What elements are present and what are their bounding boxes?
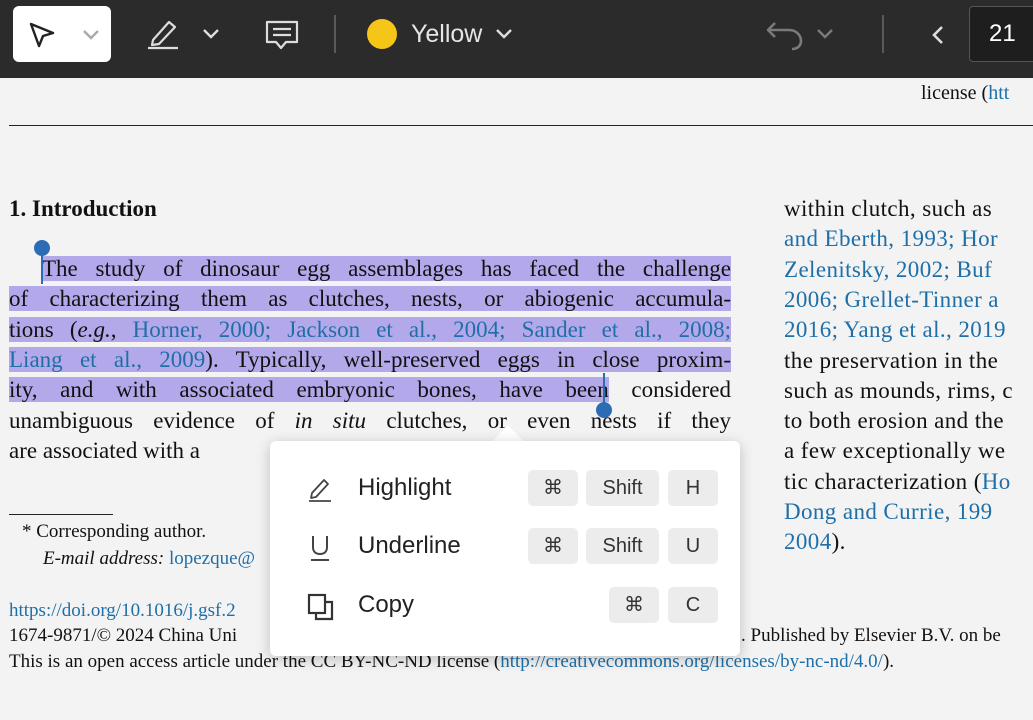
chevron-down-icon[interactable] — [494, 27, 514, 41]
chevron-left-icon[interactable] — [930, 24, 946, 46]
text-segment: are associated with a — [9, 437, 200, 463]
footnote-email-label: E-mail address: — [43, 548, 165, 569]
select-tool-button[interactable] — [13, 6, 111, 62]
text-segment: of characterizing them as clutches, nest… — [9, 286, 731, 312]
citation-link[interactable]: 2016; Yang et al., 2019 — [784, 317, 1006, 342]
text-line: 2006; Grellet-Tinner a — [784, 287, 999, 313]
citation-link[interactable]: Liang et al., 2009 — [9, 346, 206, 372]
doi-link[interactable]: https://doi.org/10.1016/j.gsf.2 — [9, 600, 236, 622]
citation-link[interactable]: Dong and Currie, 199 — [784, 499, 993, 524]
toolbar-divider — [882, 15, 884, 53]
toolbar-divider — [334, 15, 336, 53]
text-line: ity, and with associated embryonic bones… — [9, 377, 731, 403]
shortcut-key: C — [668, 587, 718, 623]
text-line: are associated with a — [9, 438, 200, 464]
text-segment: in situ — [294, 407, 367, 433]
footnote-author: * Corresponding author. — [22, 521, 207, 542]
text-line: Zelenitsky, 2002; Buf — [784, 257, 992, 283]
text-segment: within clutch, such as — [784, 196, 993, 221]
cursor-icon — [29, 22, 55, 48]
text-line: Dong and Currie, 199 — [784, 499, 993, 525]
text-line: 2004). — [784, 529, 846, 555]
citation-link[interactable]: Horner, 2000; Jackson et al., 2004; Sand… — [132, 316, 732, 342]
underline-icon — [311, 536, 329, 561]
citation-link[interactable]: Ho — [982, 469, 1011, 494]
copy-icon — [307, 593, 334, 621]
color-dot-icon[interactable] — [367, 19, 397, 49]
selection-end-handle[interactable] — [596, 402, 612, 418]
shortcut-key: Shift — [586, 528, 659, 564]
copyright-left: 1674-9871/© 2024 China Uni — [9, 625, 238, 646]
license-suffix: ). — [882, 651, 895, 672]
menu-item-label: Copy — [358, 591, 415, 618]
menu-item-label: Highlight — [358, 474, 452, 501]
text-segment: ). — [831, 529, 846, 555]
popup-arrow — [492, 425, 524, 442]
text-line: Liang et al., 2009). Typically, well-pre… — [9, 346, 731, 373]
footnote-email: E-mail address: lopezque@ — [43, 548, 255, 570]
menu-item-highlight[interactable]: Highlight ⌘ Shift H — [270, 464, 740, 516]
chevron-down-icon[interactable] — [201, 27, 221, 41]
toolbar: Yellow 21 — [0, 0, 1033, 78]
shortcut-key: ⌘ — [528, 470, 578, 506]
text-segment: , — [110, 316, 133, 342]
text-line: tic characterization (Ho — [784, 469, 1011, 495]
citation-link[interactable]: 2006; Grellet-Tinner a — [784, 287, 999, 312]
footnote-rule — [9, 514, 113, 515]
shortcut-key: ⌘ — [609, 587, 659, 623]
shortcut-key: Shift — [586, 470, 659, 506]
menu-item-copy[interactable]: Copy ⌘ C — [270, 581, 740, 633]
text-line: such as mounds, rims, c — [784, 378, 1013, 404]
text-segment: a few exceptionally we — [784, 438, 1006, 464]
footnote-email-link[interactable]: lopezque@ — [169, 548, 255, 569]
text-line: unambiguous evidence of in situ clutches… — [9, 408, 731, 434]
page-number-input[interactable]: 21 — [969, 6, 1033, 62]
text-segment: e.g. — [77, 316, 111, 342]
shortcut-key: U — [668, 528, 718, 564]
text-segment: the preservation in the — [784, 347, 999, 373]
text-segment: unambiguous evidence of — [9, 407, 295, 433]
comment-icon[interactable] — [264, 19, 300, 51]
pen-icon[interactable] — [145, 18, 181, 50]
text-segment: ). Typically, well-preserved eggs in clo… — [205, 346, 731, 372]
selection-start-caret — [41, 252, 43, 284]
menu-item-label: Underline — [358, 532, 461, 559]
text-line: of characterizing them as clutches, nest… — [9, 286, 731, 312]
citation-link[interactable]: and Eberth, 1993; Hor — [784, 226, 998, 251]
menu-item-underline[interactable]: Underline ⌘ Shift U — [270, 522, 740, 574]
text-line: The study of dinosaur egg assemblages ha… — [42, 256, 731, 282]
text-line: a few exceptionally we — [784, 438, 1005, 464]
header-license-text: license ( — [921, 82, 989, 104]
copyright-right: . Published by Elsevier B.V. on be — [741, 625, 1001, 646]
undo-icon[interactable] — [765, 17, 805, 51]
text-line: 2016; Yang et al., 2019 — [784, 317, 1006, 343]
text-segment: considered — [608, 377, 731, 403]
section-heading: 1. Introduction — [9, 196, 157, 221]
text-segment: to both erosion and the — [784, 408, 1004, 434]
header-license-link[interactable]: htt — [988, 82, 1009, 104]
text-line: the preservation in the — [784, 348, 998, 374]
text-segment: ity, and with associated embryonic bones… — [9, 377, 609, 403]
text-line: and Eberth, 1993; Hor — [784, 226, 998, 252]
citation-link[interactable]: 2004 — [784, 529, 832, 554]
chevron-down-icon[interactable] — [815, 27, 835, 41]
header-license-fragment: license (htt — [921, 82, 1009, 105]
text-segment: The study of dinosaur egg assemblages ha… — [42, 256, 731, 281]
text-segment: tic characterization ( — [784, 468, 982, 494]
selection-context-menu: Highlight ⌘ Shift H Underline ⌘ Shift U … — [270, 441, 740, 656]
citation-link[interactable]: Zelenitsky, 2002; Buf — [784, 257, 992, 282]
shortcut-key: H — [668, 470, 718, 506]
text-segment: such as mounds, rims, c — [784, 377, 1013, 403]
chevron-down-icon[interactable] — [81, 28, 101, 42]
text-segment: clutches, or even nests if they — [366, 407, 731, 433]
shortcut-key: ⌘ — [528, 528, 578, 564]
text-line: tions (e.g., Horner, 2000; Jackson et al… — [9, 316, 732, 343]
color-label[interactable]: Yellow — [411, 20, 482, 49]
text-line: to both erosion and the — [784, 408, 1004, 434]
text-segment: tions ( — [9, 316, 78, 342]
highlighter-icon — [309, 479, 331, 502]
text-line: within clutch, such as — [784, 196, 992, 222]
selection-end-caret — [603, 373, 605, 403]
header-rule — [9, 125, 1033, 126]
